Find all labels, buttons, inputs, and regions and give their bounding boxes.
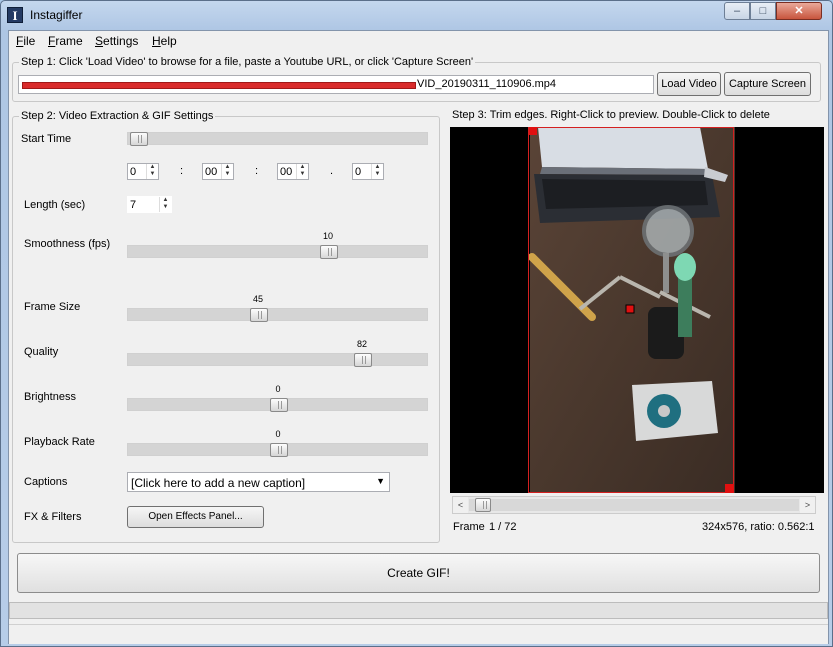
start-tenths-value: 0 <box>355 166 362 178</box>
frame-dimensions: 324x576, ratio: 0.562:1 <box>702 521 815 533</box>
step1-title: Step 1: Click 'Load Video' to browse for… <box>19 56 476 68</box>
capture-screen-button[interactable]: Capture Screen <box>724 72 811 96</box>
spin-arrows-icon[interactable]: ▲ ▼ <box>159 197 171 212</box>
playback-rate-slider-thumb[interactable] <box>270 443 288 457</box>
start-time-slider[interactable] <box>127 132 428 146</box>
playback-rate-label: Playback Rate <box>24 436 95 448</box>
menu-file-label: ile <box>23 34 36 48</box>
menu-frame-label: rame <box>55 34 83 48</box>
length-value: 7 <box>130 199 137 211</box>
frame-scrollbar[interactable]: < > <box>452 496 816 514</box>
frame-size-slider-thumb[interactable] <box>250 308 268 322</box>
time-separator: : <box>255 165 259 177</box>
length-label: Length (sec) <box>24 199 86 211</box>
chevron-down-icon[interactable]: ▼ <box>376 476 385 486</box>
time-separator: . <box>330 165 334 177</box>
spin-arrows-icon[interactable]: ▲ ▼ <box>296 164 308 179</box>
minimize-button[interactable]: – <box>724 2 750 20</box>
brightness-slider-thumb[interactable] <box>270 398 288 412</box>
start-seconds-stepper[interactable]: 00 ▲ ▼ <box>277 163 309 180</box>
start-hours-stepper[interactable]: 0 ▲ ▼ <box>127 163 159 180</box>
spin-arrows-icon[interactable]: ▲ ▼ <box>146 164 158 179</box>
quality-label: Quality <box>24 346 59 358</box>
load-video-button[interactable]: Load Video <box>657 72 721 96</box>
length-stepper[interactable]: 7 ▲ ▼ <box>127 196 172 213</box>
smoothness-slider[interactable] <box>127 245 428 259</box>
video-path-text: VID_20190311_110906.mp4 <box>417 78 557 90</box>
time-separator: : <box>180 165 184 177</box>
open-effects-panel-button[interactable]: Open Effects Panel... <box>127 506 264 528</box>
menu-frame[interactable]: Frame <box>48 34 83 48</box>
scroll-right-icon[interactable]: > <box>800 497 815 513</box>
video-preview-canvas[interactable] <box>450 127 824 493</box>
frame-size-value: 45 <box>252 294 263 304</box>
video-path-input[interactable]: VID_20190311_110906.mp4 <box>18 75 654 94</box>
start-time-slider-thumb[interactable] <box>130 132 148 146</box>
app-window: I Instagiffer – □ ✕ File Frame Settings … <box>0 0 833 647</box>
start-tenths-stepper[interactable]: 0 ▲ ▼ <box>352 163 384 180</box>
quality-value: 82 <box>356 339 367 349</box>
create-gif-button[interactable]: Create GIF! <box>17 553 820 593</box>
smoothness-value: 10 <box>322 231 333 241</box>
frame-size-slider[interactable] <box>127 308 428 322</box>
menu-help[interactable]: Help <box>152 34 177 48</box>
start-minutes-value: 00 <box>205 166 218 178</box>
menu-settings-accel: S <box>95 34 104 48</box>
quality-slider-thumb[interactable] <box>354 353 372 367</box>
step2-title: Step 2: Video Extraction & GIF Settings <box>19 110 216 122</box>
close-button[interactable]: ✕ <box>776 2 822 20</box>
brightness-label: Brightness <box>24 391 76 403</box>
progress-bar <box>9 602 828 619</box>
frame-size-label: Frame Size <box>24 301 81 313</box>
scroll-left-icon[interactable]: < <box>453 497 468 513</box>
frame-scroll-thumb[interactable] <box>475 498 491 512</box>
status-bar <box>9 624 828 644</box>
start-minutes-stepper[interactable]: 00 ▲ ▼ <box>202 163 234 180</box>
fx-filters-label: FX & Filters <box>24 511 82 523</box>
playback-rate-value: 0 <box>275 429 281 439</box>
frame-label: Frame <box>453 521 485 533</box>
smoothness-slider-thumb[interactable] <box>320 245 338 259</box>
menu-file[interactable]: File <box>16 34 35 48</box>
redacted-path-bar <box>22 82 416 89</box>
frame-counter: 1 / 72 <box>489 521 517 533</box>
start-time-label: Start Time <box>21 133 72 145</box>
brightness-slider[interactable] <box>127 398 428 412</box>
menu-settings-label: ettings <box>103 34 139 48</box>
video-frame-image <box>528 127 735 493</box>
playback-rate-slider[interactable] <box>127 443 428 457</box>
captions-dropdown-value: [Click here to add a new caption] <box>131 476 306 490</box>
window-title: Instagiffer <box>30 8 83 22</box>
menu-bar: File Frame Settings Help <box>9 31 828 51</box>
smoothness-label: Smoothness (fps) <box>24 238 111 250</box>
main-panel: File Frame Settings Help Step 1: Click '… <box>8 30 829 644</box>
step3-title: Step 3: Trim edges. Right-Click to previ… <box>450 109 772 121</box>
spin-arrows-icon[interactable]: ▲ ▼ <box>221 164 233 179</box>
maximize-button[interactable]: □ <box>750 2 776 20</box>
instagiffer-logo-icon: I <box>7 7 23 23</box>
start-seconds-value: 00 <box>280 166 293 178</box>
menu-help-label: elp <box>160 34 177 48</box>
brightness-value: 0 <box>275 384 281 394</box>
captions-label: Captions <box>24 476 68 488</box>
menu-help-accel: H <box>152 34 161 48</box>
spin-arrows-icon[interactable]: ▲ ▼ <box>371 164 383 179</box>
title-bar[interactable]: I Instagiffer – □ ✕ <box>1 1 832 29</box>
start-hours-value: 0 <box>130 166 137 178</box>
menu-settings[interactable]: Settings <box>95 34 138 48</box>
quality-slider[interactable] <box>127 353 428 367</box>
frame-scroll-track[interactable] <box>469 498 799 512</box>
captions-dropdown[interactable]: [Click here to add a new caption] ▼ <box>127 472 390 492</box>
